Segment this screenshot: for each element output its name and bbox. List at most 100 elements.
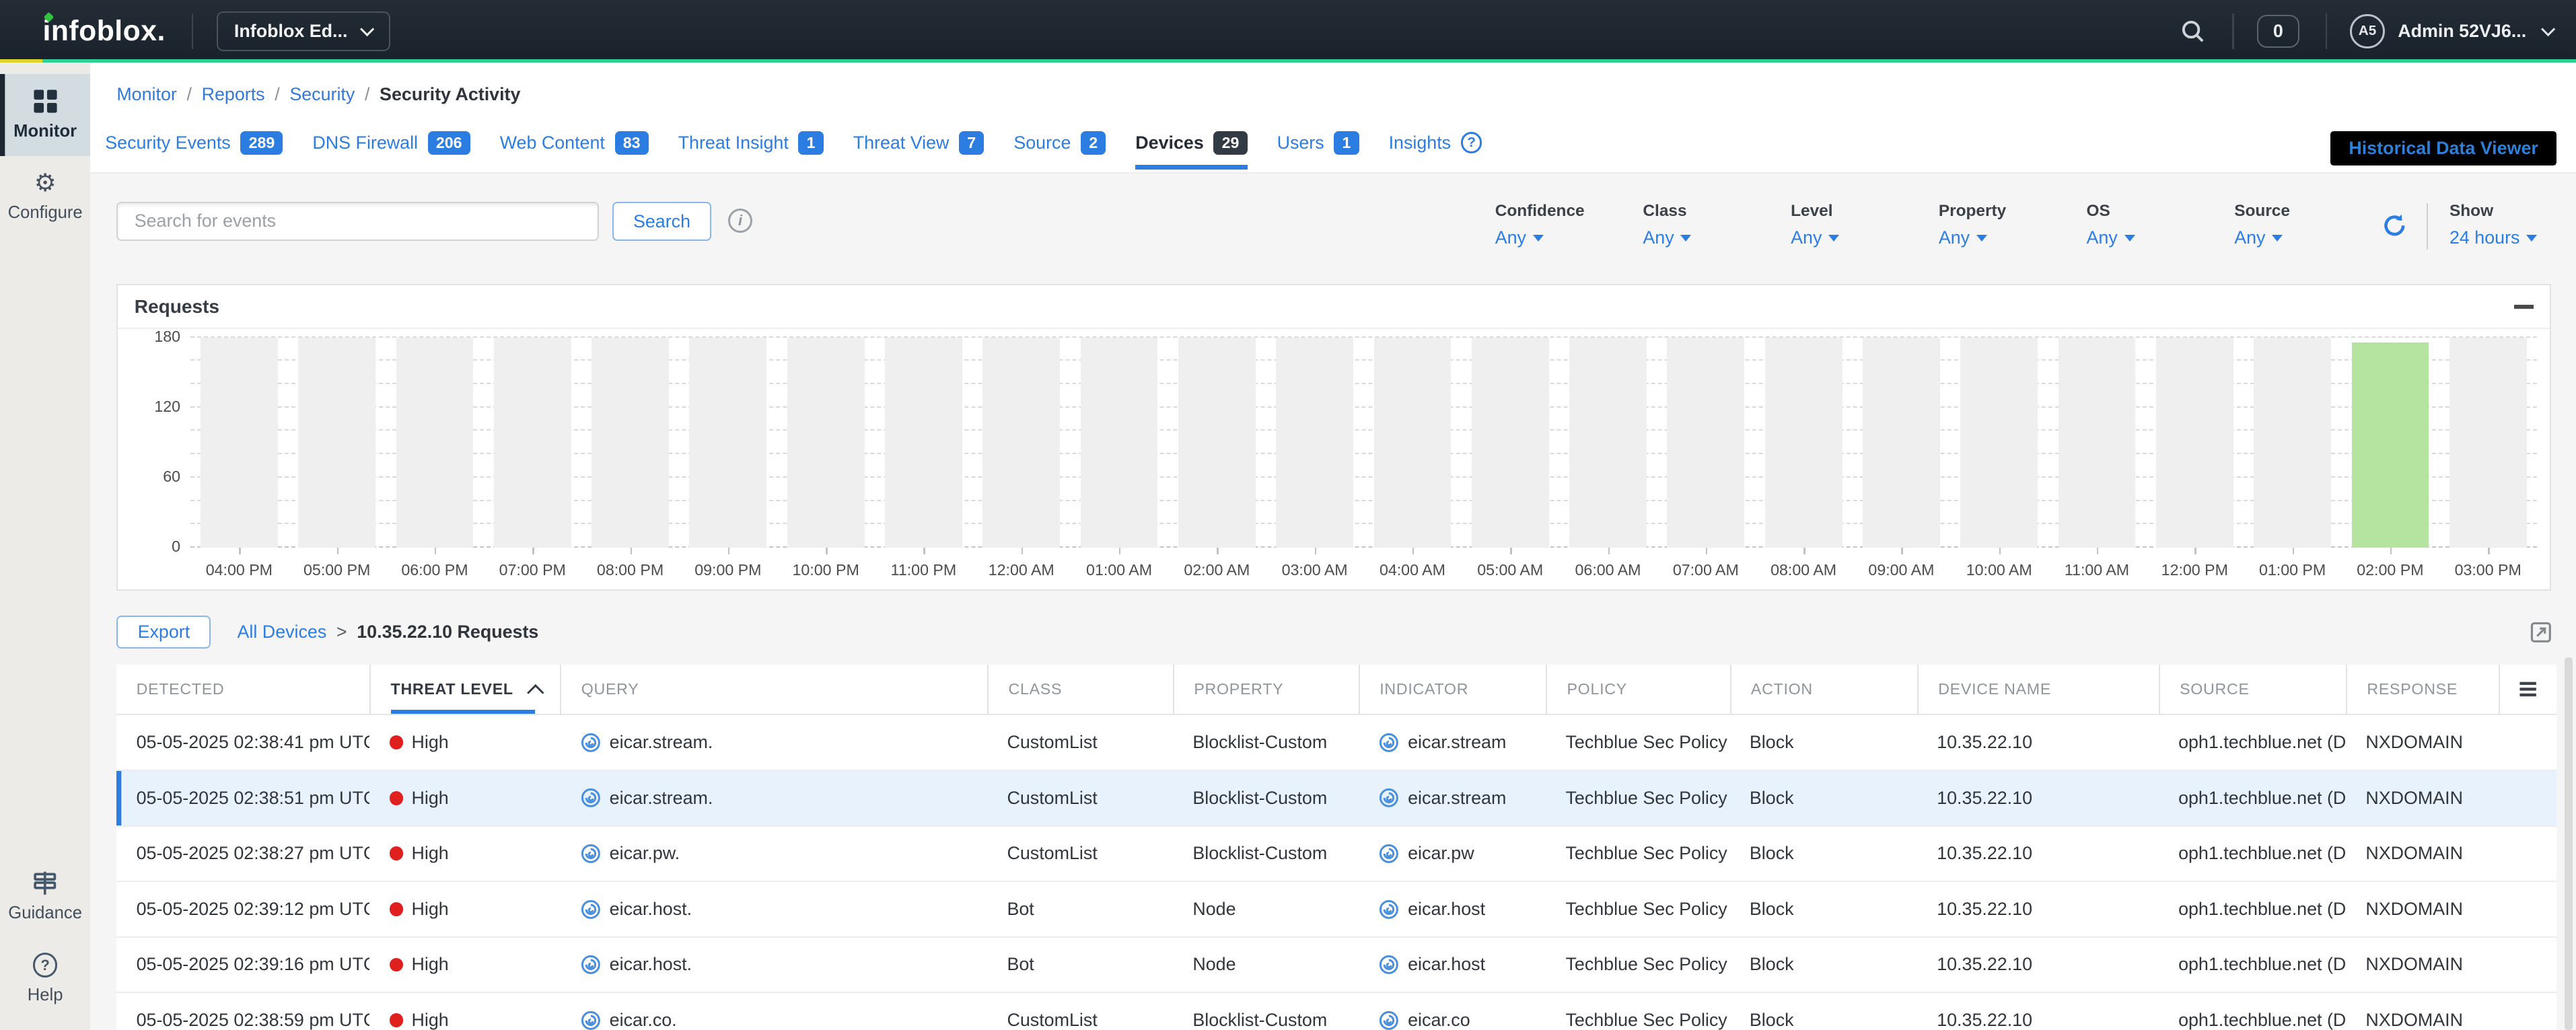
cell-policy: Techblue Sec Policy	[1546, 732, 1729, 753]
x-axis-label: 12:00 PM	[2146, 561, 2244, 579]
cell-action: Block	[1730, 843, 1917, 864]
column-header-threat-level[interactable]: THREAT LEVEL	[369, 665, 560, 714]
breadcrumb-link-reports[interactable]: Reports	[202, 84, 265, 105]
filter-value[interactable]: Any	[1939, 227, 2087, 248]
cell-indicator: eicar.host	[1359, 899, 1546, 920]
tab-devices[interactable]: Devices 29	[1135, 131, 1247, 155]
tab-threat-insight[interactable]: Threat Insight 1	[678, 131, 824, 155]
x-axis-label: 03:00 PM	[2439, 561, 2537, 579]
chart-slot	[2244, 338, 2341, 548]
sidebar-item-guidance[interactable]: Guidance	[0, 856, 90, 939]
sidebar-item-monitor[interactable]: Monitor	[0, 74, 90, 156]
filter-label: Class	[1643, 202, 1791, 221]
column-settings-cell[interactable]	[2499, 665, 2556, 714]
tab-insights[interactable]: Insights ?	[1389, 132, 1482, 153]
table-row[interactable]: 05-05-2025 02:38:27 pm UTC High eicar.pw…	[116, 827, 2556, 883]
table-row[interactable]: 05-05-2025 02:38:51 pm UTC High eicar.st…	[116, 771, 2556, 827]
chart-slot	[581, 338, 679, 548]
column-header-device-name[interactable]: DEVICE NAME	[1917, 665, 2159, 714]
query-text: eicar.pw.	[610, 843, 680, 864]
tab-source[interactable]: Source 2	[1013, 131, 1106, 155]
indicator-text: eicar.co	[1408, 1010, 1470, 1030]
hour-band	[2254, 338, 2331, 548]
threat-indicator-icon	[580, 1010, 602, 1030]
table-scrollbar[interactable]	[2565, 657, 2573, 1030]
sidebar-bottom: Guidance ? Help	[0, 856, 90, 1020]
caret-down-icon	[2272, 235, 2283, 242]
export-button[interactable]: Export	[116, 616, 211, 649]
popout-icon[interactable]	[2530, 622, 2552, 643]
breadcrumb-link-security[interactable]: Security	[289, 84, 355, 105]
tab-users[interactable]: Users 1	[1277, 131, 1359, 155]
product-selector[interactable]: Infoblox Ed...	[217, 11, 391, 51]
column-header-source[interactable]: SOURCE	[2159, 665, 2346, 714]
cell-response: NXDOMAIN	[2346, 843, 2499, 864]
topbar: infoblox. Infoblox Ed... 0 A5 Admin 52VJ…	[0, 0, 2576, 63]
hour-band	[982, 338, 1060, 548]
table-row[interactable]: 05-05-2025 02:38:59 pm UTC High eicar.co…	[116, 993, 2556, 1029]
filter-value[interactable]: Any	[1643, 227, 1791, 248]
topbar-underline	[0, 59, 2576, 63]
refresh-icon[interactable]	[2382, 213, 2407, 245]
query-text: eicar.host.	[610, 954, 692, 975]
hour-band	[2156, 338, 2233, 548]
filter-source: Source Any	[2234, 202, 2382, 248]
column-header-detected[interactable]: DETECTED	[116, 665, 369, 714]
toolbar-current: 10.35.22.10 Requests	[357, 622, 538, 642]
breadcrumb-separator: /	[186, 84, 191, 105]
historical-data-viewer-button[interactable]: Historical Data Viewer	[2330, 131, 2556, 165]
column-header-action[interactable]: ACTION	[1730, 665, 1917, 714]
chart-slot	[1363, 338, 1461, 548]
show-filter-value[interactable]: 24 hours	[2449, 227, 2551, 248]
threat-level-dot	[390, 846, 404, 860]
tab-threat-view[interactable]: Threat View 7	[853, 131, 985, 155]
column-header-label: DETECTED	[137, 680, 225, 698]
y-axis-label: 120	[124, 398, 180, 416]
x-axis-label: 06:00 PM	[386, 561, 483, 579]
sidebar: Monitor ⚙ Configure Guidance ? Help	[0, 63, 90, 1030]
chart-slot	[1168, 338, 1266, 548]
cell-threat-level: High	[369, 899, 560, 920]
x-axis-label: 04:00 PM	[190, 561, 288, 579]
table-row[interactable]: 05-05-2025 02:39:12 pm UTC High eicar.ho…	[116, 882, 2556, 938]
caret-down-icon	[1976, 235, 1987, 242]
indicator-text: eicar.host	[1408, 954, 1485, 975]
tab-web-content[interactable]: Web Content 83	[500, 131, 649, 155]
column-header-query[interactable]: QUERY	[560, 665, 987, 714]
breadcrumb-link-monitor[interactable]: Monitor	[116, 84, 177, 105]
search-icon[interactable]	[2180, 18, 2206, 44]
tab-security-events[interactable]: Security Events 289	[105, 131, 283, 155]
search-button[interactable]: Search	[612, 202, 712, 242]
sidebar-item-configure[interactable]: ⚙ Configure	[0, 156, 90, 238]
table-row[interactable]: 05-05-2025 02:38:41 pm UTC High eicar.st…	[116, 715, 2556, 771]
notification-counter[interactable]: 0	[2257, 15, 2299, 48]
tab-count-badge: 1	[1334, 131, 1359, 155]
filter-value[interactable]: Any	[1791, 227, 1939, 248]
all-devices-link[interactable]: All Devices	[238, 622, 327, 642]
table-body: 05-05-2025 02:38:41 pm UTC High eicar.st…	[116, 715, 2556, 1029]
tab-dns-firewall[interactable]: DNS Firewall 206	[312, 131, 470, 155]
user-menu[interactable]: A5 Admin 52VJ6...	[2350, 14, 2552, 48]
chart-title: Requests	[135, 296, 219, 318]
chart-x-labels: 04:00 PM05:00 PM06:00 PM07:00 PM08:00 PM…	[190, 561, 2537, 579]
filter-label: Level	[1791, 202, 1939, 221]
filter-value[interactable]: Any	[1495, 227, 1643, 248]
filter-value[interactable]: Any	[2234, 227, 2382, 248]
info-icon[interactable]: i	[728, 209, 753, 233]
column-header-property[interactable]: PROPERTY	[1173, 665, 1359, 714]
filter-value[interactable]: Any	[2087, 227, 2235, 248]
signpost-icon	[0, 869, 90, 897]
column-header-indicator[interactable]: INDICATOR	[1359, 665, 1546, 714]
toolbar-separator: >	[336, 622, 347, 642]
collapse-icon[interactable]	[2514, 305, 2534, 309]
search-input[interactable]	[116, 202, 599, 241]
column-header-label: SOURCE	[2180, 680, 2250, 698]
table-row[interactable]: 05-05-2025 02:39:16 pm UTC High eicar.ho…	[116, 938, 2556, 994]
sidebar-item-label: Configure	[0, 203, 90, 223]
column-header-policy[interactable]: POLICY	[1546, 665, 1729, 714]
sidebar-item-help[interactable]: ? Help	[0, 938, 90, 1020]
column-header-class[interactable]: CLASS	[987, 665, 1173, 714]
column-header-response[interactable]: RESPONSE	[2346, 665, 2499, 714]
sidebar-item-label: Guidance	[0, 904, 90, 923]
x-axis-label: 08:00 PM	[581, 561, 679, 579]
